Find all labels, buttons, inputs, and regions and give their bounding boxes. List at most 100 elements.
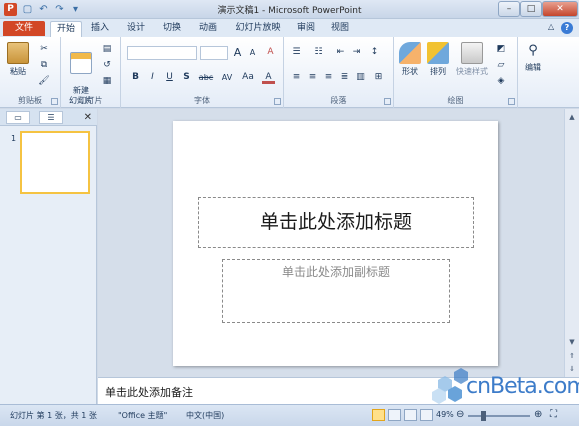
paste-icon bbox=[7, 42, 29, 64]
decrease-indent-icon[interactable]: ⇤ bbox=[334, 46, 347, 59]
paragraph-launcher-icon[interactable] bbox=[384, 98, 391, 105]
status-bar: 幻灯片 第 1 张，共 1 张 "Office 主题" 中文(中国) 49% ⊖… bbox=[0, 404, 579, 426]
zoom-slider-thumb[interactable] bbox=[481, 411, 487, 421]
slideshow-view-button[interactable] bbox=[420, 409, 433, 421]
theme-name[interactable]: "Office 主题" bbox=[118, 410, 167, 421]
pane-close-icon[interactable]: ✕ bbox=[84, 111, 92, 124]
quick-styles-label: 快速样式 bbox=[456, 67, 488, 76]
shapes-label: 形状 bbox=[402, 67, 418, 76]
paste-button[interactable]: 粘贴 bbox=[5, 42, 31, 77]
tab-view[interactable]: 视图 bbox=[328, 21, 352, 37]
strikethrough-button[interactable]: abc bbox=[197, 71, 215, 84]
tab-file[interactable]: 文件 bbox=[3, 21, 45, 36]
tab-slides-icon[interactable]: ▭ bbox=[6, 111, 30, 124]
line-spacing-icon[interactable]: ↕ bbox=[368, 46, 381, 59]
maximize-button[interactable]: □ bbox=[520, 1, 542, 17]
ribbon-tabs: 文件 开始 插入 设计 切换 动画 幻灯片放映 审阅 视图 △ ? bbox=[0, 19, 579, 37]
italic-button[interactable]: I bbox=[146, 71, 159, 84]
font-launcher-icon[interactable] bbox=[274, 98, 281, 105]
shape-outline-icon[interactable]: ▱ bbox=[495, 59, 507, 71]
normal-view-button[interactable] bbox=[372, 409, 385, 421]
cnbeta-logo-text: cnBeta.com bbox=[466, 374, 579, 399]
group-editing: ⚲ 编辑 bbox=[518, 37, 548, 108]
scroll-up-icon[interactable]: ▲ bbox=[566, 111, 578, 123]
copy-icon[interactable]: ⧉ bbox=[38, 59, 50, 71]
increase-indent-icon[interactable]: ⇥ bbox=[350, 46, 363, 59]
tab-home[interactable]: 开始 bbox=[50, 21, 82, 37]
shadow-button[interactable]: S bbox=[180, 71, 193, 84]
group-paragraph: ☰ ☷ ⇤ ⇥ ↕ ≡ ≡ ≡ ≣ ▥ ⊞ 段落 bbox=[284, 37, 394, 108]
minimize-button[interactable]: – bbox=[498, 1, 520, 17]
paste-label: 粘贴 bbox=[10, 67, 26, 76]
slide-info: 幻灯片 第 1 张，共 1 张 bbox=[10, 411, 97, 420]
grow-font-icon[interactable]: A bbox=[231, 46, 244, 59]
tab-transitions[interactable]: 切换 bbox=[160, 21, 184, 37]
shape-effects-icon[interactable]: ◈ bbox=[495, 75, 507, 87]
align-center-icon[interactable]: ≡ bbox=[306, 71, 319, 84]
zoom-in-icon[interactable]: ⊕ bbox=[534, 409, 542, 420]
reset-icon[interactable]: ↺ bbox=[101, 59, 113, 71]
shrink-font-icon[interactable]: A bbox=[246, 46, 259, 59]
char-spacing-button[interactable]: AV bbox=[218, 71, 236, 84]
close-button[interactable]: ✕ bbox=[542, 1, 578, 17]
smartart-icon[interactable]: ⊞ bbox=[372, 71, 385, 84]
minimize-ribbon-icon[interactable]: △ bbox=[548, 22, 554, 31]
tab-review[interactable]: 审阅 bbox=[294, 21, 318, 37]
new-slide-icon bbox=[70, 52, 92, 74]
editing-button[interactable]: ⚲ 编辑 bbox=[520, 42, 546, 73]
font-name-combo[interactable] bbox=[127, 46, 197, 60]
slide-sorter-view-button[interactable] bbox=[388, 409, 401, 421]
tab-outline-icon[interactable]: ☰ bbox=[39, 111, 63, 124]
title-placeholder[interactable]: 单击此处添加标题 bbox=[198, 197, 474, 248]
zoom-slider[interactable] bbox=[468, 411, 530, 421]
vertical-scrollbar[interactable]: ▲ ▼ ⇑ ⇓ bbox=[564, 109, 579, 377]
numbering-icon[interactable]: ☷ bbox=[312, 46, 325, 59]
clipboard-launcher-icon[interactable] bbox=[51, 98, 58, 105]
prev-slide-icon[interactable]: ⇑ bbox=[566, 350, 578, 362]
align-left-icon[interactable]: ≡ bbox=[290, 71, 303, 84]
tab-slideshow[interactable]: 幻灯片放映 bbox=[232, 21, 284, 37]
shapes-button[interactable]: 形状 bbox=[397, 42, 423, 77]
group-font: A A A B I U S abc AV Aa A 字体 bbox=[121, 37, 284, 108]
cnbeta-watermark: cnBeta.com bbox=[430, 366, 579, 406]
zoom-level[interactable]: 49% bbox=[436, 410, 454, 419]
group-label-font: 字体 bbox=[194, 96, 210, 105]
quick-styles-icon bbox=[461, 42, 483, 64]
underline-button[interactable]: U bbox=[163, 71, 176, 84]
bold-button[interactable]: B bbox=[129, 71, 142, 84]
group-clipboard: 粘贴 ✂ ⧉ 🖌 剪贴板 bbox=[0, 37, 61, 108]
slides-pane: ▭ ☰ ✕ 1 bbox=[0, 109, 97, 404]
fit-to-window-icon[interactable]: ⛶ bbox=[550, 409, 557, 420]
change-case-button[interactable]: Aa bbox=[239, 71, 257, 84]
slide-thumbnail[interactable] bbox=[20, 131, 90, 194]
font-size-combo[interactable] bbox=[200, 46, 228, 60]
language[interactable]: 中文(中国) bbox=[186, 410, 224, 421]
arrange-icon bbox=[427, 42, 449, 64]
reading-view-button[interactable] bbox=[404, 409, 417, 421]
format-painter-icon[interactable]: 🖌 bbox=[38, 75, 50, 87]
editing-label: 编辑 bbox=[525, 63, 541, 72]
section-icon[interactable]: ▦ bbox=[101, 75, 113, 87]
bullets-icon[interactable]: ☰ bbox=[290, 46, 303, 59]
arrange-button[interactable]: 排列 bbox=[425, 42, 451, 77]
justify-icon[interactable]: ≣ bbox=[338, 71, 351, 84]
shape-fill-icon[interactable]: ◩ bbox=[495, 43, 507, 55]
quick-styles-button[interactable]: 快速样式 bbox=[454, 42, 490, 77]
columns-icon[interactable]: ▥ bbox=[354, 71, 367, 84]
layout-icon[interactable]: ▤ bbox=[101, 43, 113, 55]
subtitle-placeholder[interactable]: 单击此处添加副标题 bbox=[222, 259, 450, 323]
clear-format-icon[interactable]: A bbox=[264, 46, 277, 59]
tab-insert[interactable]: 插入 bbox=[88, 21, 112, 37]
group-label-slides: 幻灯片 bbox=[78, 96, 103, 105]
tab-animations[interactable]: 动画 bbox=[196, 21, 220, 37]
notes-placeholder[interactable]: 单击此处添加备注 bbox=[105, 384, 193, 400]
group-label-paragraph: 段落 bbox=[330, 96, 347, 105]
align-right-icon[interactable]: ≡ bbox=[322, 71, 335, 84]
font-color-button[interactable]: A bbox=[262, 71, 275, 84]
cut-icon[interactable]: ✂ bbox=[38, 43, 50, 55]
scroll-down-icon[interactable]: ▼ bbox=[566, 336, 578, 348]
help-icon[interactable]: ? bbox=[561, 22, 573, 34]
zoom-out-icon[interactable]: ⊖ bbox=[456, 409, 464, 420]
drawing-launcher-icon[interactable] bbox=[508, 98, 515, 105]
tab-design[interactable]: 设计 bbox=[124, 21, 148, 37]
